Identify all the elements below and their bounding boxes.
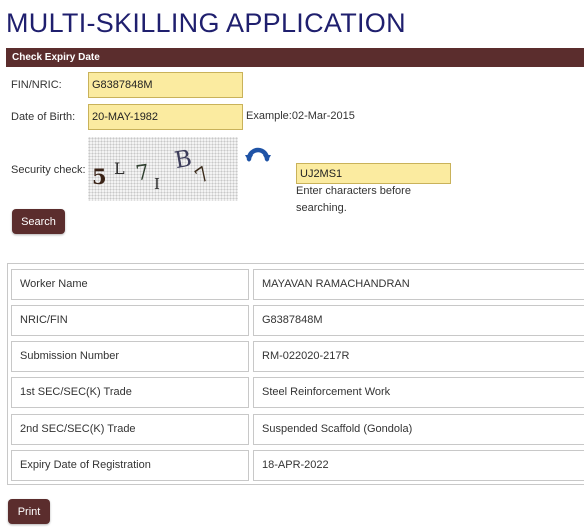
captcha-char: 5 (92, 164, 107, 189)
search-button[interactable]: Search (12, 209, 65, 234)
captcha-image: 5 L 7 I B 7 (88, 137, 238, 201)
row-label: Worker Name (11, 269, 249, 300)
row-label: Expiry Date of Registration (11, 450, 249, 481)
captcha-char: 7 (190, 161, 214, 188)
dob-input[interactable] (88, 104, 243, 130)
results-table: Worker Name MAYAVAN RAMACHANDRAN NRIC/FI… (7, 263, 584, 485)
captcha-char: L (114, 159, 125, 178)
table-row: NRIC/FIN G8387848M (11, 305, 584, 338)
row-label: 1st SEC/SEC(K) Trade (11, 377, 249, 408)
row-label: NRIC/FIN (11, 305, 249, 336)
table-row: Worker Name MAYAVAN RAMACHANDRAN (11, 269, 584, 302)
captcha-char: I (154, 175, 160, 193)
table-row: 1st SEC/SEC(K) Trade Steel Reinforcement… (11, 377, 584, 410)
row-value: Steel Reinforcement Work (253, 377, 584, 408)
table-row: Expiry Date of Registration 18-APR-2022 (11, 450, 584, 483)
row-label: 2nd SEC/SEC(K) Trade (11, 414, 249, 445)
table-row: 2nd SEC/SEC(K) Trade Suspended Scaffold … (11, 414, 584, 447)
dob-example: Example:02-Mar-2015 (246, 110, 355, 122)
row-value: RM-022020-217R (253, 341, 584, 372)
row-value: MAYAVAN RAMACHANDRAN (253, 269, 584, 300)
row-label: Submission Number (11, 341, 249, 372)
page-title: MULTI-SKILLING APPLICATION (6, 8, 406, 38)
captcha-hint-line2: searching. (296, 202, 347, 214)
row-value: 18-APR-2022 (253, 450, 584, 481)
captcha-input[interactable] (296, 163, 451, 184)
captcha-char: 7 (134, 160, 151, 186)
section-header: Check Expiry Date (6, 48, 584, 67)
security-label: Security check: (11, 164, 86, 176)
print-button[interactable]: Print (8, 499, 50, 524)
refresh-icon[interactable] (244, 141, 272, 169)
row-value: G8387848M (253, 305, 584, 336)
fin-input[interactable] (88, 72, 243, 98)
table-row: Submission Number RM-022020-217R (11, 341, 584, 374)
dob-label: Date of Birth: (11, 111, 76, 123)
captcha-hint-line1: Enter characters before (296, 185, 411, 197)
fin-label: FIN/NRIC: (11, 79, 62, 91)
row-value: Suspended Scaffold (Gondola) (253, 414, 584, 445)
